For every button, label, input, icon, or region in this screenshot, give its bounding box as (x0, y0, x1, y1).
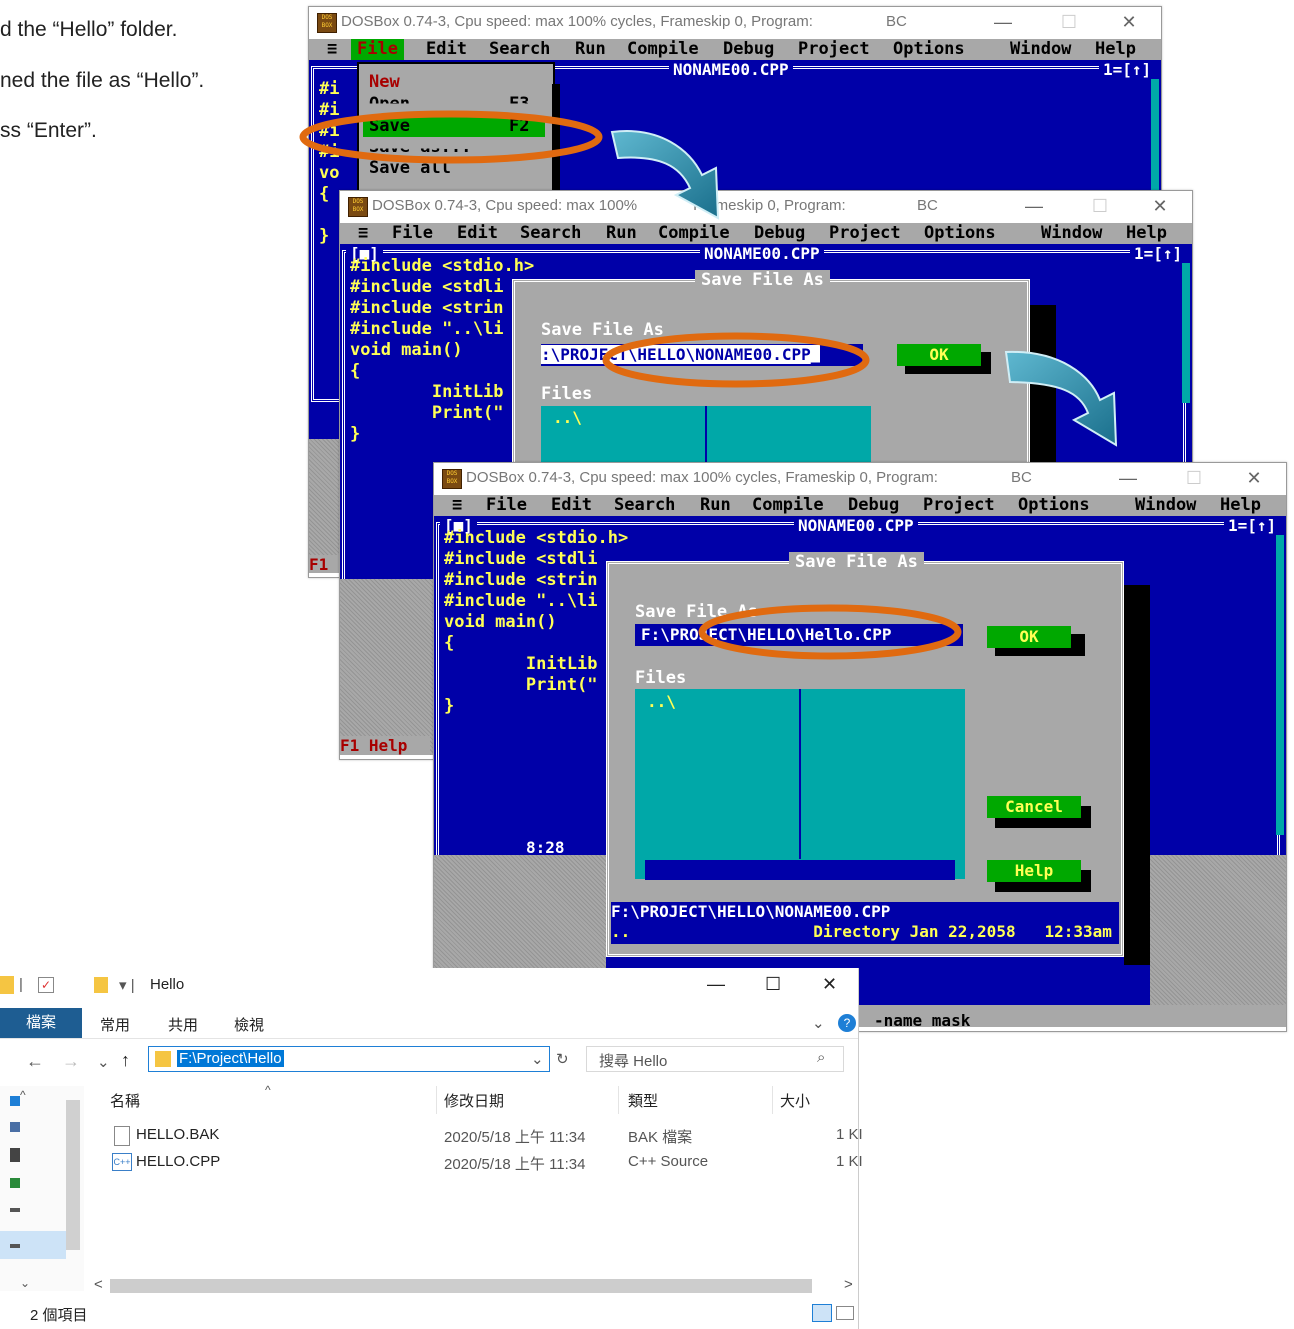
details-view-icon[interactable] (812, 1304, 832, 1322)
item-count: 2 個項目 (30, 1307, 88, 1324)
table-row[interactable]: C++ HELLO.CPP 2020/5/18 上午 11:34 C++ Sou… (96, 1151, 863, 1175)
table-row[interactable]: HELLO.BAK 2020/5/18 上午 11:34 BAK 檔案 1 KI (96, 1124, 863, 1148)
navigation-pane[interactable]: ^ ⌄ (0, 1086, 84, 1291)
qat-dropdown-icon[interactable]: ▾ | (119, 976, 135, 994)
tab-file[interactable]: 檔案 (0, 1008, 82, 1038)
search-icon[interactable]: ⌕ (817, 1049, 825, 1066)
tab-share[interactable]: 共用 (168, 1014, 198, 1035)
help-icon[interactable]: ? (838, 1014, 856, 1032)
address-dropdown-icon[interactable]: ⌄ (531, 1050, 544, 1068)
row-type: BAK 檔案 (628, 1129, 693, 1146)
address-bar[interactable]: F:\Project\Hello ⌄ (148, 1046, 550, 1072)
arrow-2 (1004, 350, 1118, 447)
close-button[interactable]: ✕ (822, 974, 837, 995)
large-icons-view-icon[interactable] (836, 1306, 854, 1320)
nav-icon-6[interactable] (10, 1244, 20, 1248)
column-name[interactable]: 名稱 (110, 1090, 140, 1111)
nav-icon-5[interactable] (10, 1208, 20, 1212)
properties-icon[interactable]: ✓ (38, 977, 54, 993)
column-date[interactable]: 修改日期 (444, 1090, 504, 1111)
minimize-button[interactable]: — (707, 974, 725, 995)
row-name: HELLO.BAK (136, 1126, 220, 1143)
search-box[interactable]: 搜尋 Hello ⌕ (586, 1046, 844, 1072)
arrow-1 (610, 130, 720, 220)
folder-icon (0, 976, 14, 994)
row-size: 1 KI (836, 1126, 863, 1143)
nav-icon-2[interactable] (10, 1122, 20, 1132)
scroll-down-icon[interactable]: ⌄ (20, 1276, 30, 1290)
forward-icon[interactable]: → (62, 1051, 80, 1072)
explorer-title: Hello (150, 976, 185, 993)
address-folder-icon (155, 1051, 171, 1067)
highlight-renamed-input (698, 604, 962, 660)
row-date: 2020/5/18 上午 11:34 (444, 1129, 586, 1146)
nav-icon-4[interactable] (10, 1178, 20, 1188)
maximize-button[interactable]: ☐ (765, 974, 781, 995)
row-date: 2020/5/18 上午 11:34 (444, 1156, 586, 1173)
file-icon (114, 1126, 130, 1146)
nav-icon-1[interactable] (10, 1096, 20, 1106)
up-icon[interactable]: ↑ (121, 1050, 130, 1071)
back-icon[interactable]: ← (26, 1051, 44, 1072)
recent-dropdown-icon[interactable]: ⌄ (97, 1053, 110, 1071)
row-type: C++ Source (628, 1153, 709, 1170)
separator: | (19, 976, 23, 993)
column-type[interactable]: 類型 (628, 1090, 658, 1111)
new-folder-icon[interactable] (94, 977, 108, 993)
search-placeholder: 搜尋 Hello (599, 1053, 668, 1070)
tab-view[interactable]: 檢視 (234, 1014, 264, 1035)
explorer-window: | ✓ ▾ | Hello — ☐ ✕ 檔案 常用 共用 檢視 ⌄ ? ← → … (0, 968, 863, 1329)
row-name: HELLO.CPP (136, 1153, 221, 1170)
scroll-left-icon[interactable]: < (94, 1276, 103, 1293)
sort-indicator-icon: ^ (265, 1083, 271, 1097)
tab-home[interactable]: 常用 (100, 1014, 130, 1035)
column-divider[interactable] (436, 1086, 437, 1114)
highlight-filename-input (602, 332, 870, 388)
highlight-save-item (299, 110, 603, 164)
scroll-up-icon[interactable]: ^ (20, 1088, 26, 1102)
ribbon-expand-icon[interactable]: ⌄ (812, 1014, 825, 1032)
nav-scrollbar[interactable] (66, 1100, 80, 1250)
nav-icon-3[interactable] (10, 1148, 20, 1162)
column-divider[interactable] (772, 1086, 773, 1114)
scroll-right-icon[interactable]: > (844, 1276, 853, 1293)
ribbon: 檔案 常用 共用 檢視 ⌄ ? (0, 1008, 858, 1039)
column-size[interactable]: 大小 (780, 1090, 810, 1111)
column-divider[interactable] (618, 1086, 619, 1114)
cpp-file-icon: C++ (112, 1153, 132, 1171)
address-text[interactable]: F:\Project\Hello (177, 1050, 284, 1067)
refresh-icon[interactable]: ↻ (556, 1050, 569, 1068)
horizontal-scrollbar[interactable] (110, 1279, 812, 1293)
row-size: 1 KI (836, 1153, 863, 1170)
